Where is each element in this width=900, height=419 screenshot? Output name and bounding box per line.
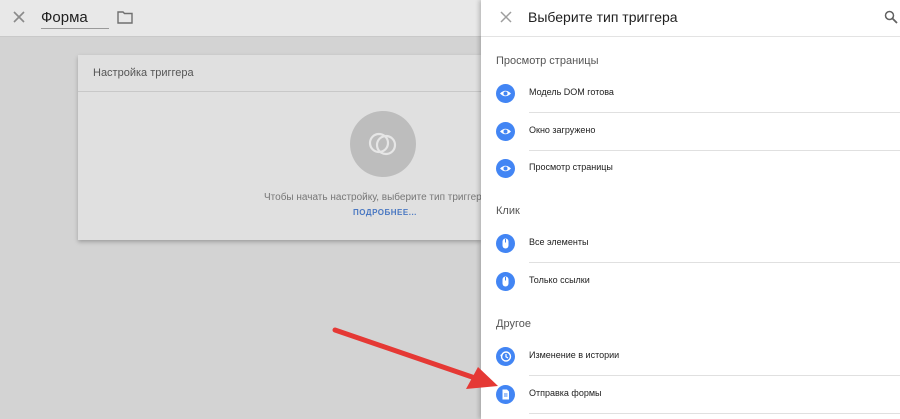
annotation-arrow	[332, 327, 498, 389]
